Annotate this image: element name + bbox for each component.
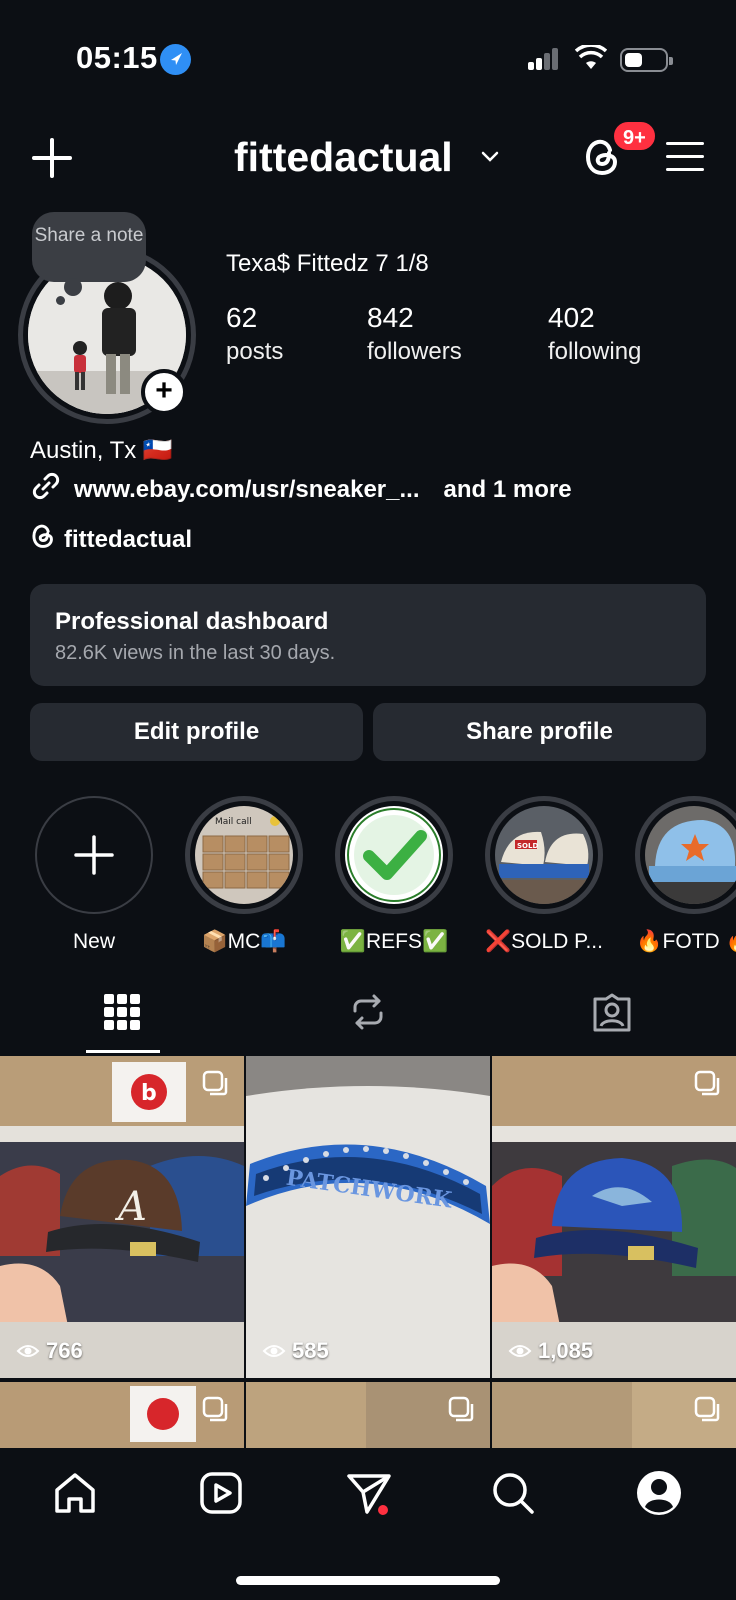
dashboard-subtitle: 82.6K views in the last 30 days. — [55, 642, 336, 664]
edit-profile-button[interactable]: Edit profile — [30, 703, 363, 761]
account-username[interactable]: fittedactual — [234, 134, 453, 181]
direct-messages-icon[interactable] — [345, 1470, 391, 1516]
share-note-bubble[interactable]: Share a note — [32, 212, 146, 282]
threads-small-icon — [30, 522, 56, 557]
highlight-thumbnail: Mail call — [195, 806, 293, 904]
highlight-thumbnail — [345, 806, 443, 904]
highlight-mc[interactable]: Mail call 📦MC📫 — [185, 796, 303, 954]
bio-location: Austin, Tx 🇨🇱 — [30, 437, 173, 464]
tab-posts-grid-icon[interactable] — [104, 994, 140, 1035]
stat-followers[interactable]: 842 followers — [367, 302, 462, 366]
tab-reposts-icon[interactable] — [349, 993, 387, 1036]
wifi-icon — [574, 43, 608, 76]
profile-icon[interactable] — [636, 1470, 682, 1516]
highlight-new-ring — [35, 796, 153, 914]
carousel-icon — [694, 1070, 722, 1098]
highlight-refs[interactable]: ✅REFS✅ — [335, 796, 453, 954]
view-count: 766 — [46, 1338, 83, 1363]
sold-tag-text: SOLD — [517, 842, 538, 850]
highlight-label: ✅REFS✅ — [339, 930, 449, 953]
threads-profile-link[interactable]: fittedactual — [30, 522, 192, 557]
post-tile[interactable]: b A 766 — [0, 1056, 244, 1378]
reels-icon[interactable] — [198, 1470, 244, 1516]
bio-link-more[interactable]: and 1 more — [444, 476, 572, 504]
post-tile[interactable] — [0, 1382, 244, 1452]
display-name: Texa$ Fittedz 7 1/8 — [226, 250, 429, 277]
highlight-fotd[interactable]: 🔥FOTD 🔥 — [635, 796, 736, 954]
plus-icon — [74, 835, 114, 875]
chevron-down-icon[interactable] — [480, 150, 500, 169]
reel-views: 1,085 — [508, 1338, 593, 1364]
view-count: 1,085 — [538, 1338, 594, 1363]
highlight-label: 🔥FOTD 🔥 — [636, 930, 736, 953]
battery-icon — [620, 48, 673, 72]
reel-views: 766 — [16, 1338, 83, 1364]
stat-label: following — [548, 338, 642, 365]
view-count: 585 — [292, 1338, 329, 1363]
stat-value: 62 — [226, 302, 258, 333]
notification-badge: 9+ — [612, 120, 657, 152]
threads-handle: fittedactual — [64, 525, 193, 553]
stat-value: 842 — [367, 302, 414, 333]
post-tile[interactable] — [246, 1382, 490, 1452]
highlight-new[interactable]: New — [35, 796, 153, 954]
highlight-label: 📦MC📫 — [201, 930, 287, 953]
dashboard-title: Professional dashboard — [55, 608, 329, 635]
create-plus-icon[interactable] — [32, 138, 72, 178]
status-time: 05:15 — [76, 40, 158, 75]
svg-text:b: b — [141, 1081, 157, 1106]
reel-views: 585 — [262, 1338, 329, 1364]
tab-tagged-icon[interactable] — [592, 993, 632, 1038]
stat-value: 402 — [548, 302, 595, 333]
cell-signal-icon — [528, 48, 558, 70]
highlight-ring — [335, 796, 453, 914]
share-profile-button[interactable]: Share profile — [373, 703, 706, 761]
eye-icon — [262, 1345, 286, 1357]
professional-dashboard-card[interactable]: Professional dashboard 82.6K views in th… — [30, 584, 706, 686]
highlight-ring: Mail call — [185, 796, 303, 914]
carousel-icon — [448, 1396, 476, 1424]
eye-icon — [16, 1345, 40, 1357]
carousel-icon — [202, 1070, 230, 1098]
home-indicator[interactable] — [236, 1576, 500, 1585]
stat-label: posts — [226, 338, 284, 365]
add-story-plus-icon[interactable]: + — [141, 369, 187, 415]
highlight-thumbnail — [645, 806, 736, 904]
post-tile[interactable]: 1,085 — [492, 1056, 736, 1378]
location-arrow-icon — [160, 44, 191, 75]
carousel-icon — [202, 1396, 230, 1424]
search-icon[interactable] — [490, 1470, 536, 1516]
highlight-sold[interactable]: SOLD ❌SOLD P... — [485, 796, 603, 954]
stat-following[interactable]: 402 following — [548, 302, 641, 366]
bio-link-row[interactable]: www.ebay.com/usr/sneaker_... and 1 more — [30, 470, 572, 509]
home-icon[interactable] — [52, 1470, 98, 1516]
bio-link[interactable]: www.ebay.com/usr/sneaker_... — [74, 476, 420, 504]
highlight-ring — [635, 796, 736, 914]
mail-call-text: Mail call — [215, 817, 252, 827]
carousel-icon — [694, 1396, 722, 1424]
active-tab-indicator — [86, 1050, 160, 1053]
highlight-label: ❌SOLD P... — [485, 930, 603, 953]
highlight-label: New — [72, 930, 115, 953]
highlight-thumbnail: SOLD — [495, 806, 593, 904]
post-tile[interactable]: PATCHWORK 585 — [246, 1056, 490, 1378]
hamburger-menu-icon[interactable] — [666, 142, 704, 181]
svg-text:A: A — [114, 1184, 147, 1230]
highlight-ring: SOLD — [485, 796, 603, 914]
eye-icon — [508, 1345, 532, 1357]
post-tile[interactable] — [492, 1382, 736, 1452]
note-bubble-tail — [64, 278, 82, 296]
stat-posts[interactable]: 62 posts — [226, 302, 283, 366]
note-bubble-tail-small — [56, 296, 65, 305]
link-icon — [30, 470, 62, 509]
stat-label: followers — [367, 338, 462, 365]
